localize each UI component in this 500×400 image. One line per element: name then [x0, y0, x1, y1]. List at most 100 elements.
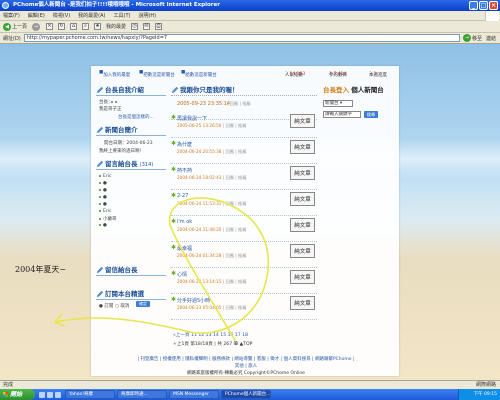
task-messenger[interactable]: 奇摩即時通...	[117, 390, 167, 399]
author-desc: 我是哥子正	[99, 107, 122, 112]
asterisk-icon: ✱	[171, 218, 177, 225]
close-button[interactable]: ×	[489, 1, 498, 10]
go-button[interactable]: → 移至	[462, 34, 482, 42]
intro-section-title: 新聞台簡介	[96, 124, 166, 136]
board-item[interactable]: ●	[99, 202, 107, 207]
asterisk-icon: ✱	[171, 270, 177, 277]
start-button[interactable]: 開始	[0, 389, 35, 400]
pencil-icon	[96, 126, 104, 134]
article-row[interactable]: ✱ 心情 2004-06-23 13:14:15 | 回應 | 推薦 純文章	[171, 268, 317, 294]
board-item[interactable]: ●	[99, 223, 107, 228]
left-sidebar: 台長自我介紹 台長： 我是哥子正 台長是個這樣的… 新聞台簡介 開台日期：200…	[96, 84, 166, 314]
board-item[interactable]: ●	[99, 181, 107, 186]
home-icon[interactable]: ⌂	[70, 23, 78, 30]
board-item[interactable]: Eric	[99, 174, 111, 179]
menu-tools[interactable]: 工具(T)	[114, 12, 131, 19]
forward-button[interactable]: →	[32, 22, 41, 31]
subscribe-section-title: 訂閱本台精選	[96, 288, 166, 300]
board-item[interactable]: Eric	[99, 209, 111, 214]
pencil-icon	[96, 266, 104, 274]
article-title[interactable]: 再讓我說一下	[177, 115, 207, 122]
pencil-icon	[96, 290, 104, 298]
article-badge: 純文章	[290, 244, 315, 258]
article-row[interactable]: ✱ 熱不熱 2004-06-24 18:02:43 | 回應 | 推薦 純文章	[171, 164, 317, 190]
address-input[interactable]: http://mypaper.pchome.com.tw/news/hapxiy…	[23, 34, 460, 42]
asterisk-icon: ✱	[171, 192, 177, 199]
article-title[interactable]: 熱不熱	[177, 167, 192, 174]
task-pchome[interactable]: PChome個人新聞台...	[221, 390, 271, 399]
category-select[interactable]: 新聞台 ▾	[323, 100, 353, 107]
message-link[interactable]: ■ 給數這是新聞台	[181, 70, 217, 78]
pencil-icon	[96, 160, 104, 168]
search-icon[interactable]: ⌕	[82, 23, 90, 30]
author-more-link[interactable]: 台長是個這樣的…	[118, 114, 154, 120]
subscribe-confirm-button[interactable]: 確定	[136, 301, 150, 307]
ie-icon[interactable]	[47, 391, 53, 398]
history-icon[interactable]: ◷	[131, 23, 139, 30]
refresh-icon[interactable]: ↻	[58, 23, 66, 30]
back-arrow-icon: ◀	[3, 22, 11, 31]
footer-links[interactable]: | 刊登廣告 | 授權使用 | 隱私權聲明 | 服務條款 | 網站導覽 | 客服…	[136, 356, 356, 370]
links-button[interactable]: 連結	[486, 35, 496, 42]
forward-arrow-icon: →	[32, 22, 41, 31]
asterisk-icon: ✱	[171, 114, 177, 121]
views-counter: 人氣指數： 14,183	[285, 71, 306, 78]
menu-favorites[interactable]: 我的最愛(A)	[78, 12, 105, 19]
tool-bar: ◀ 上一頁 → × ↻ ⌂ ⌕ ★ 我的最愛 ◷ ✉ ⎙	[0, 21, 500, 33]
article-title[interactable]: 為什麼	[177, 141, 192, 148]
pagination[interactable]: «上一頁 11 12 13 14 15 16 17 18 +上1頁 第18/18…	[168, 331, 318, 349]
article-row[interactable]: ✱ 分手好過5小時 2004-06-23 05:04:05 | 回應 | 推薦 …	[171, 294, 317, 320]
article-row[interactable]: ✱ 最幸福 2004-06-24 01:34:28 | 回應 | 推薦 純文章	[171, 242, 317, 268]
asterisk-icon: ✱	[171, 140, 177, 147]
desktop-icon[interactable]	[39, 391, 45, 398]
board-item[interactable]: ●	[99, 188, 107, 193]
stop-icon[interactable]: ×	[46, 23, 54, 30]
board-item[interactable]: ●	[99, 195, 107, 200]
link-section-title[interactable]: 留信給台長	[96, 264, 166, 276]
page-links[interactable]: «上一頁 11 12 13 14 15 16 17 18	[173, 331, 318, 340]
article-title[interactable]: 分手好過5小時	[177, 297, 210, 304]
board-section-title[interactable]: 留言給台長 (314)	[96, 158, 166, 170]
maximize-button[interactable]: □	[479, 1, 488, 10]
article-title[interactable]: 心情	[177, 271, 187, 278]
article-row[interactable]: ✱ 再讓我說一下 2005-06-25 13:26:50 | 回應 | 推薦 純…	[171, 112, 317, 138]
article-row[interactable]: ✱ i'm ok 2004-06-24 11:48:20 | 回應 | 推薦 純…	[171, 216, 317, 242]
window-controls: _ □ ×	[469, 1, 498, 10]
windows-logo-icon	[485, 11, 499, 21]
forward-link[interactable]: ■ 把數這是新聞台	[139, 70, 175, 78]
task-msn[interactable]: MSN Messenger	[169, 390, 219, 399]
add-favorite-link[interactable]: ■ 加入我的最愛	[99, 70, 130, 78]
browser-window: PChome個人新聞台 -是我们拍子!!!!哦哦哦哦 - Microsoft I…	[0, 0, 500, 400]
article-row[interactable]: ✱ 2-27 2004-06-24 11:53:31 | 回應 | 推薦 純文章	[171, 190, 317, 216]
task-yahoo[interactable]: Yahoo!奇摩	[65, 390, 115, 399]
print-icon[interactable]: ⎙	[155, 23, 163, 30]
article-title[interactable]: 2-27	[177, 193, 188, 199]
quick-launch	[39, 391, 61, 398]
pencil-icon	[171, 86, 179, 94]
search-button[interactable]: 搜尋	[364, 111, 378, 118]
keyword-input[interactable]: 請輸入關鍵字	[323, 111, 361, 118]
login-title[interactable]: 台長登入 個人新聞台	[323, 84, 384, 94]
back-button[interactable]: ◀ 上一頁	[3, 22, 27, 31]
author-section-title: 台長自我介紹	[96, 84, 166, 96]
media-icon[interactable]	[55, 391, 61, 398]
intro-desc: 我終上要來的過日啊!	[99, 149, 142, 154]
article-row[interactable]: ✱ 為什麼 2004-06-24 20:55:38 | 回應 | 推薦 純文章	[171, 138, 317, 164]
menu-help[interactable]: 說明(H)	[138, 12, 156, 19]
menu-view[interactable]: 檢視(V)	[53, 12, 70, 19]
minimize-button[interactable]: _	[469, 1, 478, 10]
title-bar: PChome個人新聞台 -是我们拍子!!!!哦哦哦哦 - Microsoft I…	[0, 0, 500, 11]
menu-edit[interactable]: 編輯(E)	[28, 12, 45, 19]
article-badge: 純文章	[290, 296, 315, 310]
favorites-button[interactable]: ★ 我的最愛	[94, 23, 126, 30]
menu-file[interactable]: 檔案(F)	[3, 12, 20, 19]
article-title[interactable]: 最幸福	[177, 245, 192, 252]
mail-icon[interactable]: ✉	[143, 23, 151, 30]
clock: 下午 09:15	[458, 389, 500, 400]
subscribe-radio[interactable]: ● 訂閱	[99, 303, 113, 309]
address-label: 網址(D)	[3, 35, 21, 42]
unsubscribe-radio[interactable]: ○ 取消	[115, 303, 129, 309]
board-item[interactable]: 小蘭哥	[99, 216, 117, 222]
article-title[interactable]: i'm ok	[177, 219, 192, 225]
article-badge: 純文章	[290, 166, 315, 180]
